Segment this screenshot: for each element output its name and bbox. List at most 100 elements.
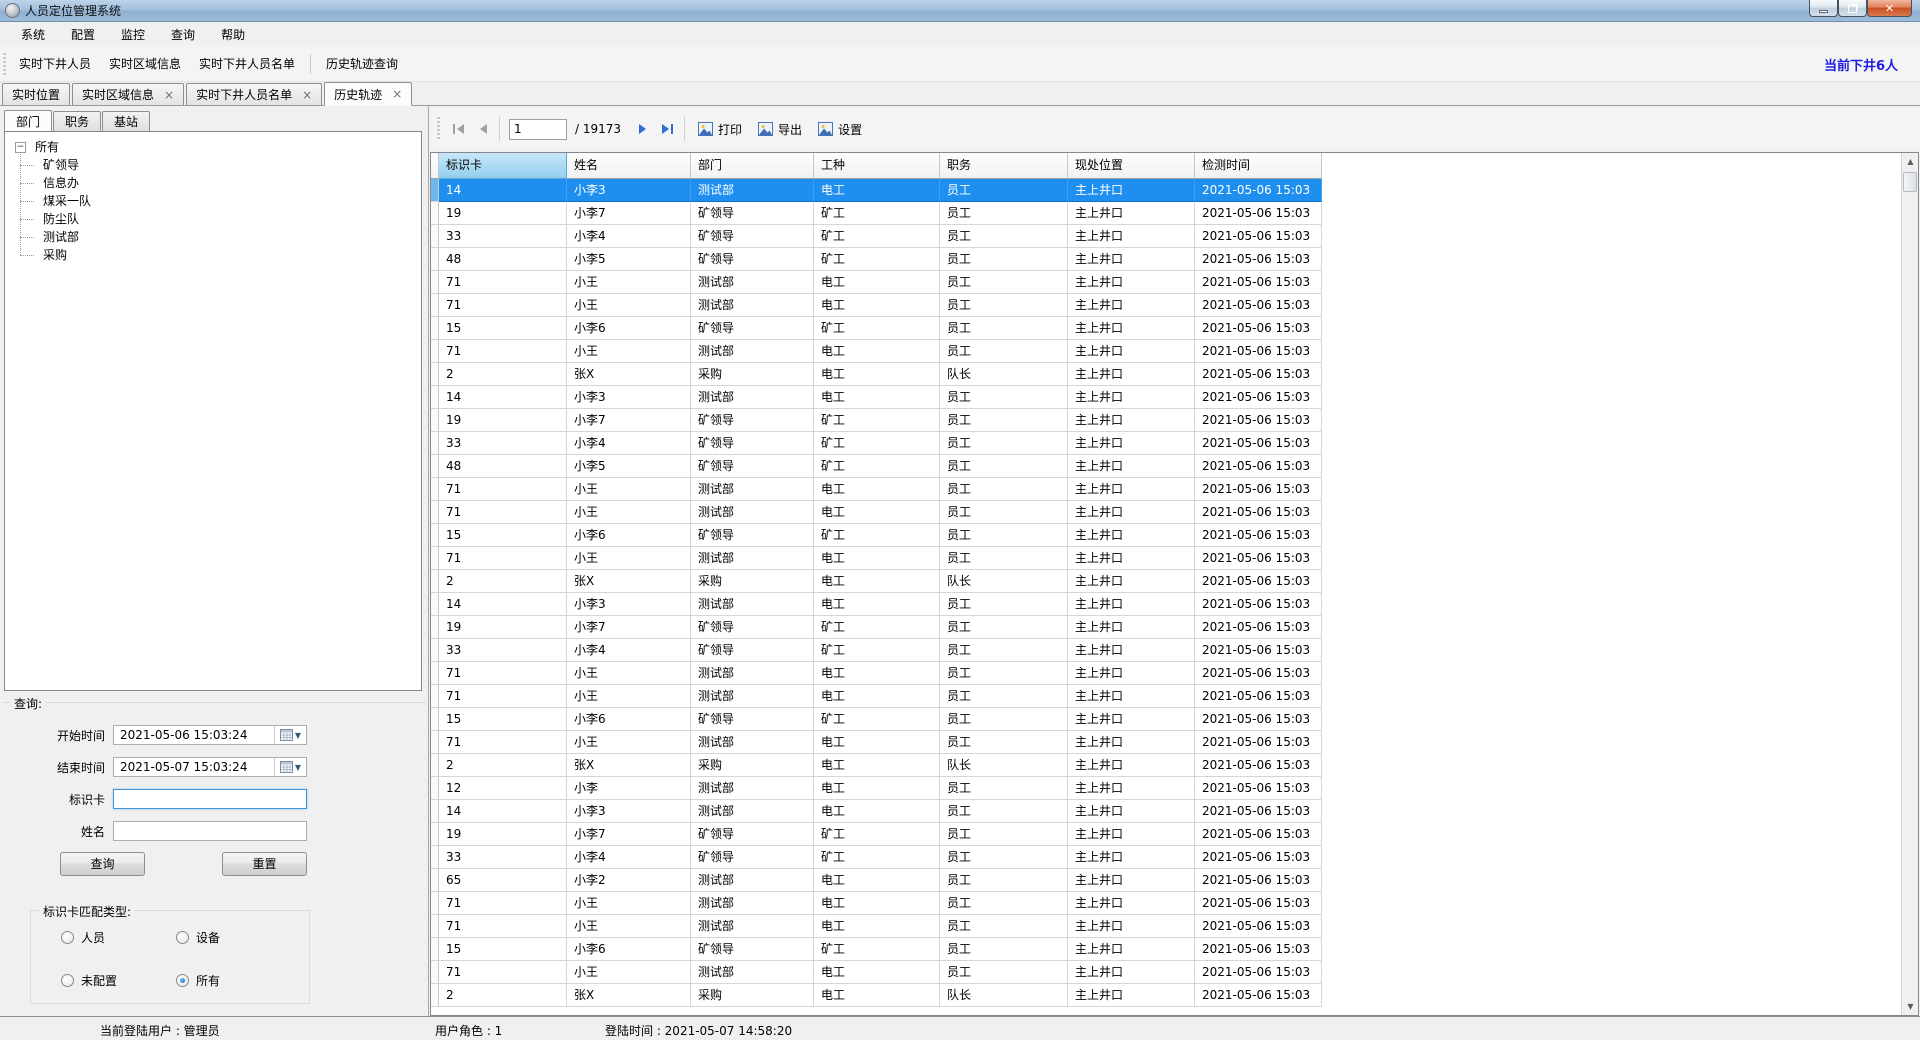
page-number-input[interactable] xyxy=(509,119,567,140)
filter-tab[interactable]: 职务 xyxy=(53,111,101,131)
tab-item[interactable]: 实时区域信息× xyxy=(72,83,184,105)
scroll-down-icon[interactable]: ▼ xyxy=(1902,998,1919,1015)
tree-item[interactable]: 测试部 xyxy=(9,228,417,246)
table-row[interactable]: 15小李6矿领导矿工员工主上井口2021-05-06 15:03 xyxy=(431,938,1322,961)
tree-item[interactable]: 矿领导 xyxy=(9,156,417,174)
last-page-button[interactable] xyxy=(655,117,679,141)
table-row[interactable]: 71小王测试部电工员工主上井口2021-05-06 15:03 xyxy=(431,294,1322,317)
tab-close-icon[interactable]: × xyxy=(392,88,402,100)
vertical-scrollbar[interactable]: ▲ ▼ xyxy=(1901,153,1918,1015)
table-row[interactable]: 71小王测试部电工员工主上井口2021-05-06 15:03 xyxy=(431,478,1322,501)
tab-item[interactable]: 实时位置 xyxy=(2,83,70,105)
radio-option[interactable]: 人员 xyxy=(61,929,176,946)
table-row[interactable]: 65小李2测试部电工员工主上井口2021-05-06 15:03 xyxy=(431,869,1322,892)
tab-item[interactable]: 历史轨迹× xyxy=(324,82,412,106)
table-row[interactable]: 2张X采购电工队长主上井口2021-05-06 15:03 xyxy=(431,363,1322,386)
table-row[interactable]: 14小李3测试部电工员工主上井口2021-05-06 15:03 xyxy=(431,593,1322,616)
table-row[interactable]: 15小李6矿领导矿工员工主上井口2021-05-06 15:03 xyxy=(431,708,1322,731)
toolbar-button[interactable]: 实时下井人员 xyxy=(10,50,100,77)
table-row[interactable]: 71小王测试部电工员工主上井口2021-05-06 15:03 xyxy=(431,961,1322,984)
menu-item[interactable]: 配置 xyxy=(58,23,108,46)
table-row[interactable]: 33小李4矿领导矿工员工主上井口2021-05-06 15:03 xyxy=(431,846,1322,869)
close-button[interactable]: ✕ xyxy=(1867,0,1912,17)
name-input[interactable] xyxy=(113,821,307,841)
scrollbar-thumb[interactable] xyxy=(1903,172,1917,192)
table-row[interactable]: 19小李7矿领导矿工员工主上井口2021-05-06 15:03 xyxy=(431,202,1322,225)
column-header[interactable]: 姓名 xyxy=(567,153,691,179)
tree-item[interactable]: 煤采一队 xyxy=(9,192,417,210)
table-row[interactable]: 71小王测试部电工员工主上井口2021-05-06 15:03 xyxy=(431,662,1322,685)
end-time-picker[interactable]: 2021-05-07 15:03:24 ▼ xyxy=(113,757,307,777)
table-row[interactable]: 12小李测试部电工员工主上井口2021-05-06 15:03 xyxy=(431,777,1322,800)
table-row[interactable]: 19小李7矿领导矿工员工主上井口2021-05-06 15:03 xyxy=(431,616,1322,639)
menu-item[interactable]: 帮助 xyxy=(208,23,258,46)
first-page-button[interactable] xyxy=(446,117,470,141)
toolbar-button[interactable]: 实时区域信息 xyxy=(100,50,190,77)
table-row[interactable]: 71小王测试部电工员工主上井口2021-05-06 15:03 xyxy=(431,731,1322,754)
table-row[interactable]: 33小李4矿领导矿工员工主上井口2021-05-06 15:03 xyxy=(431,639,1322,662)
table-row[interactable]: 71小王测试部电工员工主上井口2021-05-06 15:03 xyxy=(431,892,1322,915)
table-row[interactable]: 71小王测试部电工员工主上井口2021-05-06 15:03 xyxy=(431,340,1322,363)
toolbar-grip[interactable] xyxy=(3,53,6,75)
tab-close-icon[interactable]: × xyxy=(164,89,174,101)
print-button[interactable]: 打印 xyxy=(690,117,750,142)
toolbar-button[interactable]: 历史轨迹查询 xyxy=(317,50,407,77)
table-row[interactable]: 71小王测试部电工员工主上井口2021-05-06 15:03 xyxy=(431,271,1322,294)
tree-item[interactable]: 采购 xyxy=(9,246,417,264)
table-row[interactable]: 14小李3测试部电工员工主上井口2021-05-06 15:03 xyxy=(431,179,1322,202)
table-row[interactable]: 71小王测试部电工员工主上井口2021-05-06 15:03 xyxy=(431,915,1322,938)
table-row[interactable]: 2张X采购电工队长主上井口2021-05-06 15:03 xyxy=(431,570,1322,593)
table-row[interactable]: 33小李4矿领导矿工员工主上井口2021-05-06 15:03 xyxy=(431,432,1322,455)
table-row[interactable]: 71小王测试部电工员工主上井口2021-05-06 15:03 xyxy=(431,501,1322,524)
scroll-up-icon[interactable]: ▲ xyxy=(1902,153,1919,170)
column-header[interactable]: 现处位置 xyxy=(1068,153,1195,179)
start-time-picker[interactable]: 2021-05-06 15:03:24 ▼ xyxy=(113,725,307,745)
column-header[interactable]: 标识卡 xyxy=(439,153,567,179)
next-page-button[interactable] xyxy=(631,117,655,141)
pager-grip[interactable] xyxy=(437,117,440,141)
column-header[interactable]: 部门 xyxy=(691,153,814,179)
settings-button[interactable]: 设置 xyxy=(810,117,870,142)
column-header[interactable]: 职务 xyxy=(940,153,1068,179)
tab-item[interactable]: 实时下井人员名单× xyxy=(186,83,322,105)
tab-close-icon[interactable]: × xyxy=(302,89,312,101)
table-row[interactable]: 15小李6矿领导矿工员工主上井口2021-05-06 15:03 xyxy=(431,317,1322,340)
tree-item[interactable]: 信息办 xyxy=(9,174,417,192)
card-input[interactable] xyxy=(113,789,307,809)
toolbar-button[interactable]: 实时下井人员名单 xyxy=(190,50,304,77)
filter-tab[interactable]: 部门 xyxy=(4,110,52,132)
tree-item[interactable]: 防尘队 xyxy=(9,210,417,228)
table-row[interactable]: 2张X采购电工队长主上井口2021-05-06 15:03 xyxy=(431,754,1322,777)
restore-button[interactable] xyxy=(1838,0,1867,17)
column-header[interactable]: 检测时间 xyxy=(1195,153,1322,179)
table-row[interactable]: 48小李5矿领导矿工员工主上井口2021-05-06 15:03 xyxy=(431,455,1322,478)
start-time-dropdown[interactable]: ▼ xyxy=(274,726,306,744)
prev-page-button[interactable] xyxy=(470,117,494,141)
table-row[interactable]: 2张X采购电工队长主上井口2021-05-06 15:03 xyxy=(431,984,1322,1007)
table-row[interactable]: 19小李7矿领导矿工员工主上井口2021-05-06 15:03 xyxy=(431,409,1322,432)
table-row[interactable]: 48小李5矿领导矿工员工主上井口2021-05-06 15:03 xyxy=(431,248,1322,271)
table-row[interactable]: 71小王测试部电工员工主上井口2021-05-06 15:03 xyxy=(431,685,1322,708)
table-row[interactable]: 15小李6矿领导矿工员工主上井口2021-05-06 15:03 xyxy=(431,524,1322,547)
reset-button[interactable]: 重置 xyxy=(222,852,307,876)
export-button[interactable]: 导出 xyxy=(750,117,810,142)
table-row[interactable]: 19小李7矿领导矿工员工主上井口2021-05-06 15:03 xyxy=(431,823,1322,846)
table-row[interactable]: 14小李3测试部电工员工主上井口2021-05-06 15:03 xyxy=(431,386,1322,409)
menu-item[interactable]: 查询 xyxy=(158,23,208,46)
menu-item[interactable]: 监控 xyxy=(108,23,158,46)
tree-collapse-icon[interactable]: − xyxy=(15,142,26,153)
end-time-dropdown[interactable]: ▼ xyxy=(274,758,306,776)
radio-option[interactable]: 设备 xyxy=(176,929,291,946)
tree-root-node[interactable]: − 所有 xyxy=(9,138,417,156)
radio-option[interactable]: 所有 xyxy=(176,972,291,989)
table-row[interactable]: 71小王测试部电工员工主上井口2021-05-06 15:03 xyxy=(431,547,1322,570)
filter-tab[interactable]: 基站 xyxy=(102,111,150,131)
table-cell: 矿工 xyxy=(814,455,940,478)
table-row[interactable]: 14小李3测试部电工员工主上井口2021-05-06 15:03 xyxy=(431,800,1322,823)
search-button[interactable]: 查询 xyxy=(60,852,145,876)
radio-option[interactable]: 未配置 xyxy=(61,972,176,989)
column-header[interactable]: 工种 xyxy=(814,153,940,179)
menu-item[interactable]: 系统 xyxy=(8,23,58,46)
minimize-button[interactable] xyxy=(1809,0,1838,17)
table-row[interactable]: 33小李4矿领导矿工员工主上井口2021-05-06 15:03 xyxy=(431,225,1322,248)
